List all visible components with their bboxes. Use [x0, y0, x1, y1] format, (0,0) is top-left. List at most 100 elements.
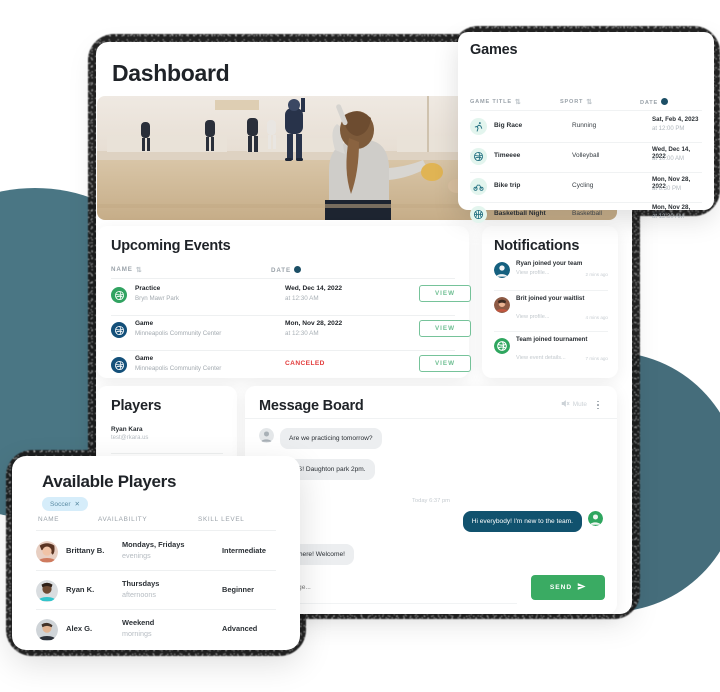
- table-row[interactable]: Bike trip Cycling Mon, Nov 28, 2022 at 6…: [470, 172, 702, 202]
- divider: [111, 453, 223, 454]
- divider: [494, 331, 608, 332]
- volleyball-green-icon: [111, 287, 127, 303]
- send-label: SEND: [549, 583, 573, 591]
- notifications-title: Notifications: [494, 238, 580, 254]
- sort-icon[interactable]: ⇅: [586, 98, 593, 106]
- table-row[interactable]: Practice Bryn Mawr Park Wed, Dec 14, 202…: [111, 284, 471, 314]
- close-icon[interactable]: ✕: [75, 500, 81, 508]
- message-board-panel: Message Board Mute Are we practicing tom…: [245, 386, 617, 614]
- message-bubble: Hi everybody! I'm new to the team.: [462, 511, 582, 532]
- mute-toggle[interactable]: Mute: [561, 399, 587, 410]
- availability: Thursdays: [122, 579, 160, 588]
- event-location: Bryn Mawr Park: [135, 295, 180, 302]
- notification-timestamp: 2 mins ago: [585, 272, 608, 277]
- available-players-panel: Available Players Soccer ✕ NAME AVAILABI…: [12, 456, 300, 650]
- sort-active-icon[interactable]: [293, 266, 301, 273]
- list-item[interactable]: Ryan Kara test@rkara.us: [111, 426, 223, 441]
- notification-timestamp: 7 mins ago: [585, 356, 608, 361]
- speaker-muted-icon: [561, 399, 570, 410]
- table-row[interactable]: Timeeee Volleyball Wed, Dec 14, 2022 at …: [470, 142, 702, 172]
- game-date: Sat, Feb 4, 2023: [652, 116, 699, 123]
- notifications-panel: Notifications Ryan joined your team View…: [482, 226, 618, 378]
- availability-sub: evenings: [122, 551, 151, 560]
- event-time: at 12:30 AM: [285, 295, 319, 302]
- games-col-title[interactable]: GAME TITLE ⇅: [470, 98, 522, 106]
- avail-col-name: NAME: [38, 516, 60, 523]
- notification-timestamp: 4 mins ago: [585, 315, 608, 320]
- players-title: Players: [111, 398, 162, 414]
- notification-text: Ryan joined your team: [516, 260, 583, 267]
- table-row[interactable]: Brittany B. Mondays, Fridays evenings In…: [36, 532, 282, 571]
- game-title: Bike trip: [494, 182, 521, 189]
- upcoming-events-panel: Upcoming Events NAME ⇅ DATE Practice Bryn…: [97, 226, 471, 378]
- chat-message-them: Are we practicing tomorrow?: [259, 428, 382, 449]
- table-row[interactable]: Basketball Night Basketball Mon, Nov 28,…: [470, 200, 702, 230]
- chat-daystamp: Today 6:37 pm: [411, 498, 451, 504]
- game-time: at 10:00 AM: [652, 156, 685, 162]
- send-button[interactable]: SEND: [531, 574, 605, 600]
- sort-icon[interactable]: ⇅: [515, 98, 522, 106]
- notification-item[interactable]: Ryan joined your team View profile... 2 …: [494, 260, 608, 290]
- avatar-ryank: [36, 580, 58, 602]
- notification-action[interactable]: View profile...: [516, 270, 549, 276]
- table-row[interactable]: Big Race Running Sat, Feb 4, 2023 at 12:…: [470, 112, 702, 142]
- avatar-alex: [36, 619, 58, 641]
- notification-text: Team joined tournament: [516, 336, 588, 343]
- filter-chip-soccer[interactable]: Soccer ✕: [42, 497, 89, 511]
- skill-level: Beginner: [222, 585, 255, 594]
- events-col-name[interactable]: NAME ⇅: [111, 266, 143, 274]
- avatar-brit: [494, 297, 510, 313]
- notification-action[interactable]: View profile...: [516, 314, 549, 320]
- table-row[interactable]: Ryan K. Thursdays afternoons Beginner: [36, 571, 282, 610]
- event-date: Mon, Nov 28, 2022: [285, 320, 343, 327]
- view-button[interactable]: VIEW: [419, 355, 471, 372]
- game-title: Timeeee: [494, 152, 521, 159]
- event-name: Game: [135, 320, 154, 327]
- notification-item[interactable]: Team joined tournament View event detail…: [494, 336, 608, 372]
- sort-icon[interactable]: ⇅: [136, 266, 143, 274]
- games-title: Games: [470, 42, 518, 58]
- status-badge: CANCELED: [285, 360, 325, 367]
- game-time: at 12:30 AM: [652, 214, 685, 220]
- notification-item[interactable]: Brit joined your waitlist View profile..…: [494, 295, 608, 331]
- event-name: Practice: [135, 285, 161, 292]
- app-screenshot: Dashboard Upcoming Events NAME ⇅ DATE Pr…: [0, 0, 720, 692]
- table-row[interactable]: Game Minneapolis Community Center Mon, N…: [111, 319, 471, 349]
- basketball-icon: [470, 206, 487, 223]
- events-col-date[interactable]: DATE: [271, 266, 301, 274]
- event-time: at 12:30 AM: [285, 330, 319, 337]
- page-title: Dashboard: [112, 60, 230, 86]
- games-col-date[interactable]: DATE: [640, 98, 669, 106]
- volleyball-blue-icon: [111, 322, 127, 338]
- divider: [111, 350, 455, 351]
- view-button[interactable]: VIEW: [419, 320, 471, 337]
- mute-label: Mute: [572, 401, 587, 408]
- bicycle-icon: [470, 178, 487, 195]
- divider: [494, 290, 608, 291]
- player-name: Ryan Kara: [111, 426, 143, 433]
- avatar-green: [588, 511, 603, 526]
- paper-plane-icon: [577, 582, 586, 593]
- game-time: at 6:30 PM: [652, 186, 682, 192]
- notification-action[interactable]: View event details...: [516, 355, 566, 361]
- sort-active-icon[interactable]: [661, 98, 669, 105]
- skill-level: Intermediate: [222, 546, 266, 555]
- skill-level: Advanced: [222, 624, 258, 633]
- avatar-ryan: [494, 262, 510, 278]
- event-location: Minneapolis Community Center: [135, 365, 222, 372]
- available-players-title: Available Players: [42, 472, 177, 491]
- divider: [36, 530, 276, 531]
- runner-icon: [470, 118, 487, 135]
- table-row[interactable]: Game Minneapolis Community Center CANCEL…: [111, 354, 471, 384]
- player-email: test@rkara.us: [111, 435, 149, 441]
- game-sport: Running: [572, 122, 597, 129]
- table-row[interactable]: Alex G. Weekend mornings Advanced: [36, 610, 282, 649]
- kebab-menu-icon[interactable]: [593, 398, 603, 412]
- availability-sub: mornings: [122, 629, 152, 638]
- upcoming-events-title: Upcoming Events: [111, 238, 231, 254]
- view-button[interactable]: VIEW: [419, 285, 471, 302]
- games-col-sport[interactable]: SPORT ⇅: [560, 98, 593, 106]
- divider: [111, 278, 455, 279]
- games-panel: Games GAME TITLE ⇅ SPORT ⇅ DATE Big Race R…: [458, 32, 714, 223]
- divider: [245, 418, 617, 419]
